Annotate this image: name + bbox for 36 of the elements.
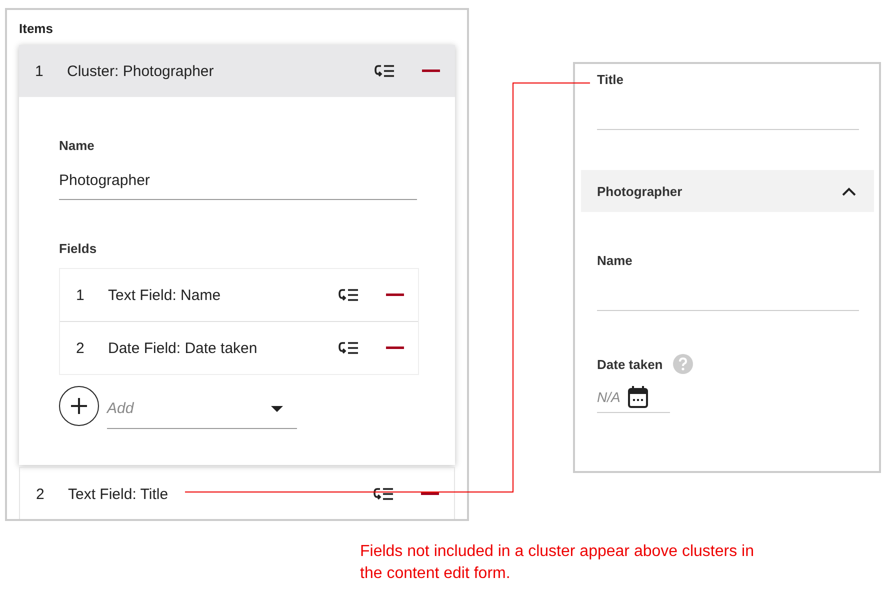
- item-number: 1: [35, 62, 44, 80]
- remove-icon[interactable]: [422, 69, 440, 73]
- item-label: Cluster: Photographer: [67, 62, 215, 80]
- field-row[interactable]: 1 Text Field: Name: [60, 269, 418, 321]
- remove-icon[interactable]: [421, 492, 439, 496]
- remove-icon[interactable]: [386, 346, 404, 350]
- plus-icon: [70, 397, 88, 415]
- item-label: Text Field: Name: [108, 286, 222, 304]
- name-field[interactable]: Photographer: [59, 155, 417, 200]
- reorder-icon[interactable]: [338, 341, 360, 355]
- item-label: Text Field: Title: [68, 486, 170, 502]
- calendar-icon[interactable]: [628, 386, 648, 408]
- item-label: Date Field: Date taken: [108, 340, 258, 356]
- date-field[interactable]: N/A: [597, 386, 670, 413]
- item-number: 1: [76, 286, 86, 304]
- field-row[interactable]: 2 Date Field: Date taken: [60, 321, 418, 374]
- field-label: Name: [59, 138, 94, 153]
- field-label: Title: [597, 72, 624, 87]
- cluster-title: Photographer: [597, 184, 682, 198]
- field-label: Name: [597, 253, 632, 268]
- remove-icon[interactable]: [386, 293, 404, 297]
- cluster-header[interactable]: Photographer: [581, 170, 874, 212]
- reorder-icon[interactable]: [373, 487, 395, 501]
- reorder-icon[interactable]: [338, 288, 360, 302]
- panel-title: Items: [19, 21, 53, 36]
- field-label: Fields: [59, 241, 97, 256]
- add-dropdown[interactable]: Add: [107, 389, 297, 429]
- cluster-header[interactable]: 1 Cluster: Photographer: [19, 45, 455, 97]
- annotation-note: Fields not included in a cluster appear above clusters in the content edit form.: [360, 542, 755, 584]
- item-row[interactable]: 2 Text Field: Title: [19, 467, 455, 519]
- item-number: 2: [76, 340, 86, 356]
- field-label: Date taken: [597, 356, 663, 372]
- reorder-icon[interactable]: [374, 64, 396, 78]
- add-button[interactable]: [59, 386, 99, 426]
- item-number: 2: [36, 486, 46, 502]
- caret-icon: [271, 406, 283, 412]
